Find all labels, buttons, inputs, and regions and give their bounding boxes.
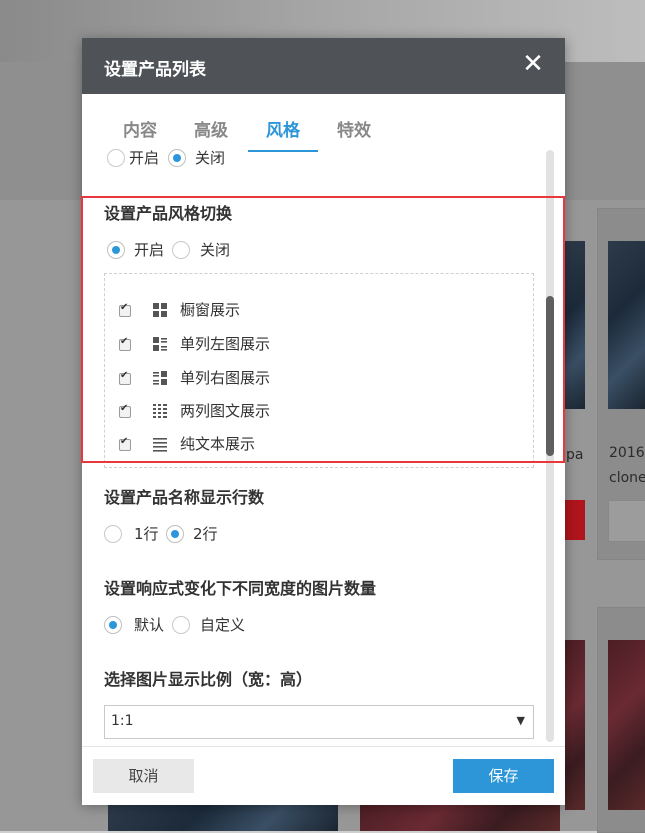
dialog-header: 设置产品列表 ✕ [82, 38, 565, 94]
style-switch-on-label: 开启 [134, 241, 165, 259]
tab-style[interactable]: 风格 [248, 118, 318, 152]
ratio-select[interactable]: 1:1 ▼ [104, 705, 534, 739]
style-option-checkbox[interactable] [119, 370, 131, 385]
one-line-label: 1行 [134, 525, 159, 543]
ratio-select-value: 1:1 [111, 713, 134, 729]
background-product-image [565, 640, 585, 810]
close-icon[interactable]: ✕ [521, 51, 545, 77]
dialog-title: 设置产品列表 [104, 60, 206, 80]
style-options-box: 橱窗展示 单列左图展示 单列右图展示 两列图文展示 [104, 273, 534, 468]
style-option-checkbox[interactable] [119, 336, 131, 351]
default-label: 默认 [134, 616, 165, 634]
toggle-on-radio[interactable] [107, 149, 125, 167]
background-card-text: pa [566, 447, 584, 463]
tab-content[interactable]: 内容 [120, 118, 160, 150]
chevron-down-icon: ▼ [516, 714, 525, 727]
toggle-off-label: 关闭 [195, 149, 226, 167]
style-option-label: 单列左图展示 [180, 335, 271, 353]
list-right-image-icon [153, 371, 167, 385]
toggle-on-label: 开启 [129, 149, 160, 167]
style-option-label: 橱窗展示 [180, 301, 241, 319]
style-option-checkbox[interactable] [119, 403, 131, 418]
background-product-image [608, 640, 645, 810]
style-switch-title: 设置产品风格切换 [104, 204, 233, 223]
two-line-radio[interactable] [166, 525, 184, 543]
background-card-text: 2016 [609, 445, 645, 461]
style-option-checkbox[interactable] [119, 436, 131, 451]
custom-radio[interactable] [172, 616, 190, 634]
two-column-icon [153, 404, 167, 418]
style-switch-off-radio[interactable] [172, 241, 190, 259]
style-switch-off-label: 关闭 [200, 241, 231, 259]
product-list-settings-dialog: 设置产品列表 ✕ 内容 高级 风格 特效 开启 关闭 设置产品风格切换 开启 关… [82, 38, 565, 805]
background-card-text: clone [609, 470, 645, 486]
text-lines-icon [153, 438, 167, 452]
style-switch-on-radio[interactable] [107, 241, 125, 259]
custom-label: 自定义 [200, 616, 246, 634]
name-lines-title: 设置产品名称显示行数 [104, 488, 265, 507]
one-line-radio[interactable] [104, 525, 122, 543]
toggle-off-radio[interactable] [168, 149, 186, 167]
dialog-footer: 取消 保存 [82, 746, 565, 805]
tab-effects[interactable]: 特效 [334, 118, 374, 150]
responsive-title: 设置响应式变化下不同宽度的图片数量 [104, 579, 377, 598]
background-product-image [565, 241, 585, 409]
two-line-label: 2行 [193, 525, 218, 543]
background-button [608, 500, 645, 542]
tab-bar: 内容 高级 风格 特效 [82, 118, 565, 152]
style-option-label: 单列右图展示 [180, 369, 271, 387]
list-left-image-icon [153, 337, 167, 351]
scrollbar-thumb[interactable] [546, 296, 554, 456]
style-option-label: 两列图文展示 [180, 402, 271, 420]
style-option-label: 纯文本展示 [180, 435, 256, 453]
default-radio[interactable] [104, 616, 122, 634]
background-product-image [608, 241, 645, 409]
style-option-checkbox[interactable] [119, 302, 131, 317]
background-red-button [565, 500, 585, 540]
cancel-button[interactable]: 取消 [93, 759, 194, 793]
ratio-title: 选择图片显示比例（宽：高） [104, 670, 313, 689]
tab-advanced[interactable]: 高级 [191, 118, 231, 150]
save-button[interactable]: 保存 [453, 759, 554, 793]
grid-icon [153, 303, 167, 317]
